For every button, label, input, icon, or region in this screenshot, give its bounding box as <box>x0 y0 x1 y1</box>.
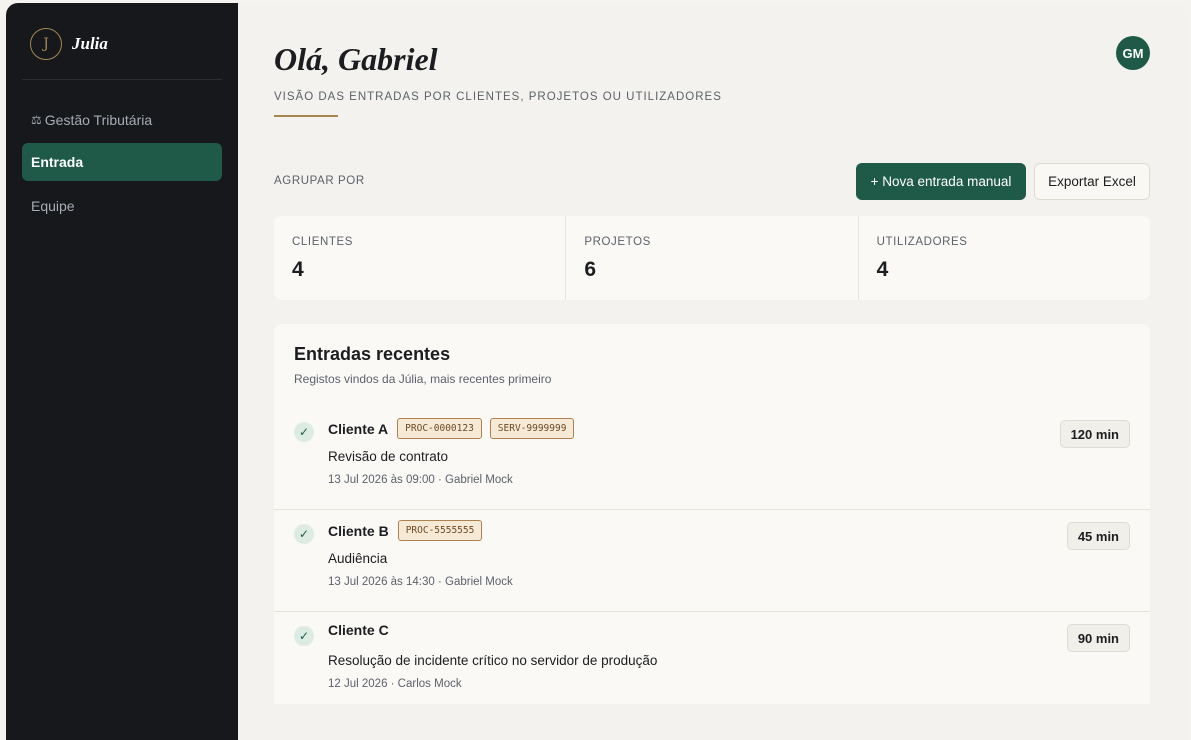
recent-entries-card: Entradas recentes Registos vindos da Júl… <box>274 324 1150 704</box>
new-manual-entry-button[interactable]: + Nova entrada manual <box>856 163 1026 200</box>
check-icon: ✓ <box>294 524 314 544</box>
entry-duration-badge: 120 min <box>1059 420 1130 448</box>
entry-tag: PROC-5555555 <box>397 520 483 541</box>
entry-client: Cliente B <box>328 522 389 539</box>
brand-logo-icon: J <box>30 28 62 60</box>
sidebar-item-label: Gestão Tributária <box>44 112 153 128</box>
sidebar-item-gestao-tributaria[interactable]: ⚖ Gestão Tributária <box>22 101 222 139</box>
stat-label: Clientes <box>292 236 354 248</box>
sidebar: J Julia ⚖ Gestão Tributária Entrada Equi… <box>6 3 238 740</box>
entry-header: Cliente A PROC-0000123 SERV-9999999 <box>328 418 582 439</box>
stats-card: Clientes 4 Projetos 6 Utilizadores 4 <box>274 216 1150 300</box>
page-subtitle: Visão das entradas por clientes, projeto… <box>274 91 722 103</box>
list-item[interactable]: ✓ Cliente C Resolução de incidente críti… <box>274 612 1150 704</box>
entry-header: Cliente B PROC-5555555 <box>328 520 490 541</box>
stat-value: 6 <box>584 258 597 281</box>
sidebar-item-entrada[interactable]: Entrada <box>22 143 222 181</box>
list-item[interactable]: ✓ Cliente B PROC-5555555 Audiência 13 Ju… <box>274 510 1150 612</box>
entry-description: Revisão de contrato <box>328 449 449 464</box>
entry-description: Resolução de incidente crítico no servid… <box>328 653 658 668</box>
page-title: Olá, Gabriel <box>274 41 438 77</box>
entry-meta: 13 Jul 2026 às 14:30 · Gabriel Mock <box>328 576 513 588</box>
recent-entries-subtitle: Registos vindos da Júlia, mais recentes … <box>294 372 552 386</box>
entry-meta: 12 Jul 2026 · Carlos Mock <box>328 678 462 690</box>
sidebar-divider <box>22 79 222 80</box>
entry-header: Cliente C <box>328 622 398 638</box>
sidebar-item-label: Entrada <box>31 154 84 170</box>
check-icon: ✓ <box>294 422 314 442</box>
stat-clientes[interactable]: Clientes 4 <box>274 216 567 300</box>
app-window: J Julia ⚖ Gestão Tributária Entrada Equi… <box>6 3 1186 740</box>
scale-icon: ⚖ <box>31 113 42 127</box>
entry-client: Cliente A <box>328 420 389 437</box>
group-by-label: Agrupar por <box>274 175 365 187</box>
main-content: Olá, Gabriel Visão das entradas por clie… <box>238 3 1186 740</box>
check-icon: ✓ <box>294 626 314 646</box>
stat-utilizadores[interactable]: Utilizadores 4 <box>859 216 1150 300</box>
user-avatar[interactable]: GM <box>1116 36 1150 70</box>
sidebar-item-label: Equipe <box>31 198 75 214</box>
brand[interactable]: J Julia <box>30 28 108 60</box>
list-item[interactable]: ✓ Cliente A PROC-0000123 SERV-9999999 Re… <box>274 408 1150 510</box>
entry-meta: 13 Jul 2026 às 09:00 · Gabriel Mock <box>328 474 513 486</box>
entry-tag: SERV-9999999 <box>489 418 575 439</box>
stat-projetos[interactable]: Projetos 6 <box>566 216 859 300</box>
stat-label: Projetos <box>584 236 651 248</box>
stat-value: 4 <box>876 258 889 281</box>
stat-value: 4 <box>292 258 304 281</box>
entry-duration-badge: 90 min <box>1066 624 1130 652</box>
recent-entries-title: Entradas recentes <box>294 344 451 364</box>
export-excel-button[interactable]: Exportar Excel <box>1034 163 1150 200</box>
entry-client: Cliente C <box>328 622 389 638</box>
sidebar-item-equipe[interactable]: Equipe <box>22 187 222 225</box>
stat-label: Utilizadores <box>876 236 968 248</box>
entry-tag: PROC-0000123 <box>397 418 482 439</box>
brand-name: Julia <box>72 34 108 53</box>
entry-description: Audiência <box>328 551 388 566</box>
title-accent-divider <box>274 115 338 117</box>
entry-duration-badge: 45 min <box>1066 522 1130 550</box>
